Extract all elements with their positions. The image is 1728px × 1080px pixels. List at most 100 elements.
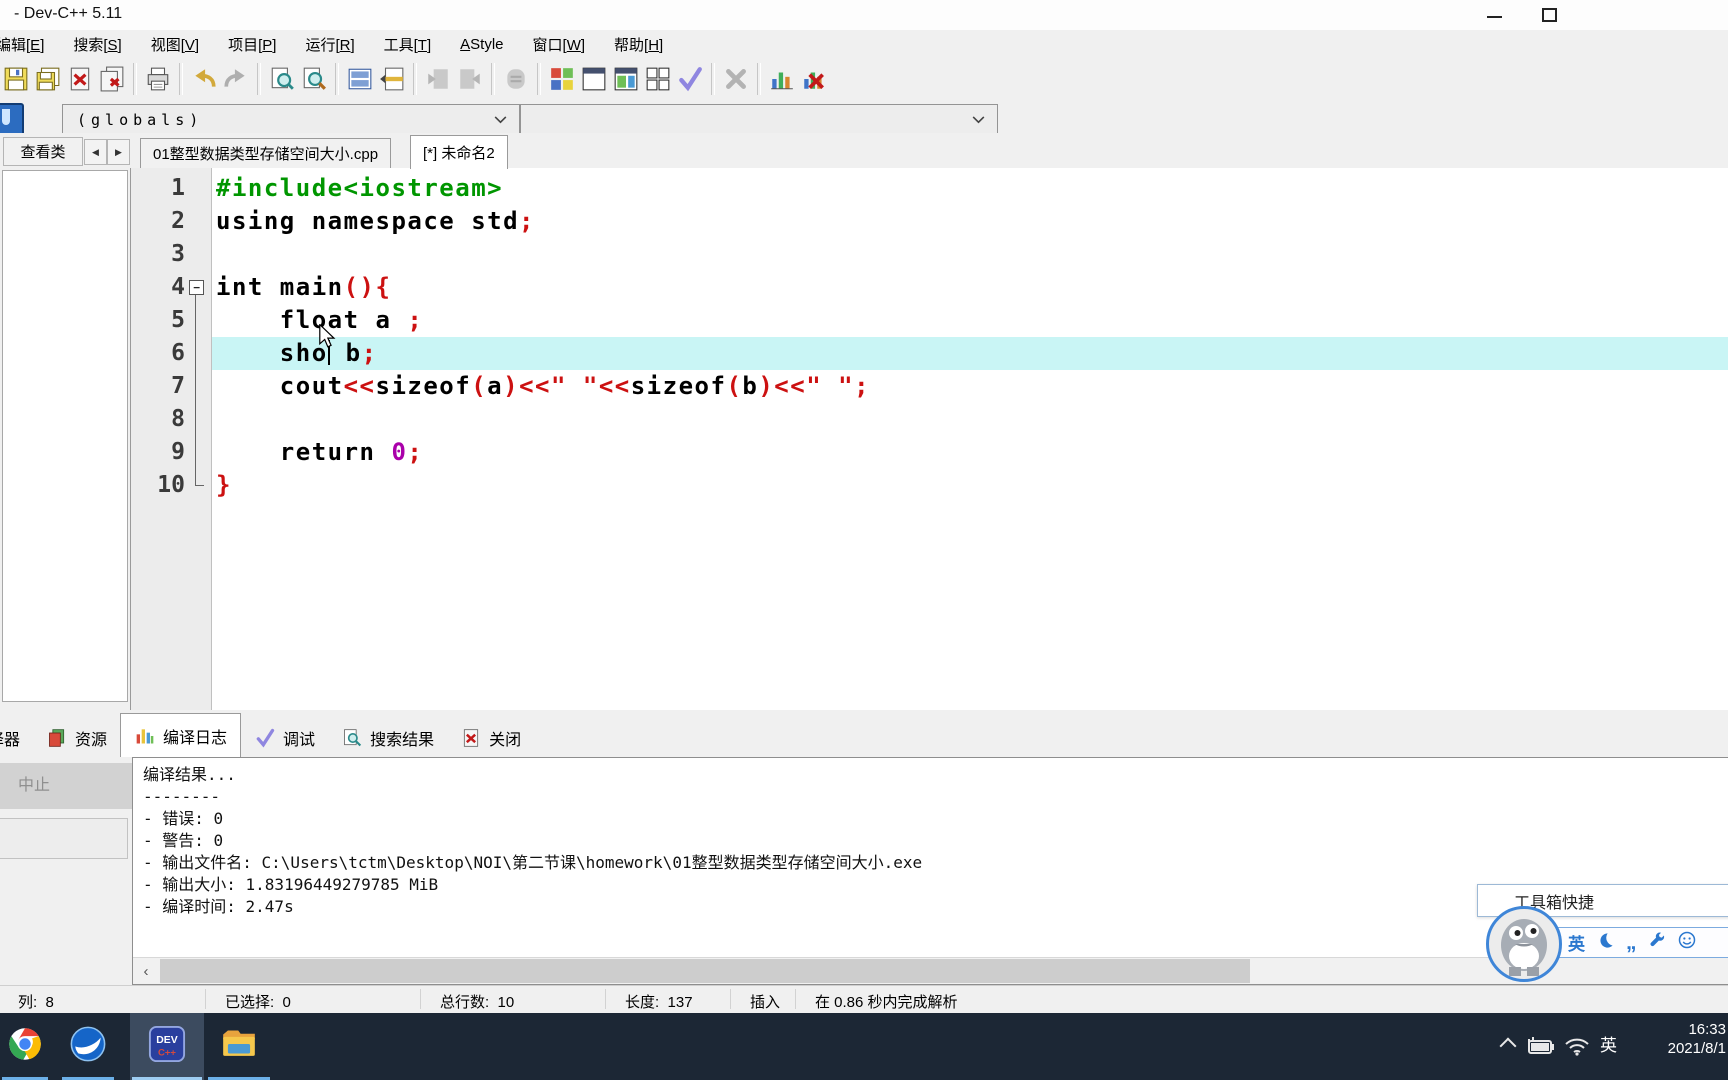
toolbar-separator <box>711 63 715 95</box>
code-line-6[interactable]: sho b; <box>212 337 1728 370</box>
goto-function-icon[interactable] <box>344 63 376 95</box>
tab-compile-log[interactable]: 编译日志 <box>120 713 242 757</box>
taskbar-chrome[interactable] <box>0 1013 50 1080</box>
view-panel-icon[interactable] <box>376 63 408 95</box>
punctuation-icon[interactable]: „ <box>1626 932 1637 953</box>
menu-item-S[interactable]: 搜索[S] <box>63 31 131 58</box>
tab-debug-label: 调试 <box>283 732 316 749</box>
editor-code-area[interactable]: #include<iostream> using namespace std; in… <box>212 168 1728 710</box>
wifi-icon[interactable] <box>1564 1036 1590 1061</box>
code-line-4[interactable]: int main(){ <box>212 271 1728 304</box>
find-icon[interactable] <box>266 63 298 95</box>
horizontal-scrollbar[interactable]: ‹ <box>133 957 1728 984</box>
taskbar-file-explorer[interactable] <box>206 1013 272 1080</box>
title-bar: - Dev-C++ 5.11 <box>0 0 1728 30</box>
tab-debug[interactable]: 调试 <box>241 719 328 757</box>
status-separator <box>420 989 421 1009</box>
menu-item-H[interactable]: 帮助[H] <box>604 31 673 58</box>
fold-gutter <box>185 370 209 403</box>
line-number: 5 <box>171 307 185 333</box>
find-in-files-icon[interactable] <box>298 63 330 95</box>
new-project-icon[interactable] <box>546 63 578 95</box>
fold-gutter <box>185 172 209 205</box>
toolbar-separator <box>335 63 339 95</box>
chevron-down-icon <box>494 111 507 129</box>
fold-gutter <box>185 436 209 469</box>
save-icon[interactable] <box>0 63 32 95</box>
battery-icon[interactable] <box>1526 1036 1556 1061</box>
tab-resources[interactable]: 资源 <box>33 719 120 757</box>
save-all-icon[interactable] <box>32 63 64 95</box>
code-line-2[interactable]: using namespace std; <box>212 205 1728 238</box>
menu-item-V[interactable]: 视图[V] <box>141 31 209 58</box>
code-editor[interactable]: 1 2 3 4 5 6 7 8 9 10 #include<iostream>using name… <box>130 168 1728 710</box>
maximize-icon[interactable] <box>1542 8 1557 22</box>
night-mode-icon[interactable] <box>1597 932 1614 954</box>
code-line-1[interactable]: #include<iostream> <box>212 172 1728 205</box>
qq-penguin-avatar[interactable] <box>1486 906 1562 982</box>
file-explorer-icon <box>220 1025 258 1068</box>
code-line-7[interactable]: cout<<sizeof(a)<<" "<<sizeof(b)<<" "; <box>212 370 1728 403</box>
ime-english-icon[interactable]: 英 <box>1568 930 1585 955</box>
menu-item-A[interactable]: AStyle <box>450 33 513 56</box>
profile-analysis-icon[interactable] <box>766 63 798 95</box>
editor-tab-untitled[interactable]: [*] 未命名2 <box>410 135 508 169</box>
status-bar: 列: 8 已选择: 0 总行数: 10 长度: 137 插入 在 0.86 秒内… <box>0 985 1728 1014</box>
previous-icon[interactable] <box>422 63 454 95</box>
tile-windows-icon[interactable] <box>642 63 674 95</box>
tab-search-results[interactable]: 搜索结果 <box>328 719 447 757</box>
bookmark-icon[interactable] <box>0 103 24 136</box>
project-layout-icon[interactable] <box>610 63 642 95</box>
menu-item-E[interactable]: 编辑[E] <box>0 31 54 58</box>
menu-item-W[interactable]: 窗口[W] <box>523 31 596 58</box>
tab-scroll-right-icon[interactable]: ▶ <box>107 139 130 165</box>
menu-item-T[interactable]: 工具[T] <box>374 31 442 58</box>
editor-tab-cpp-file[interactable]: 01整型数据类型存储空间大小.cpp <box>140 138 392 168</box>
fold-gutter <box>185 337 209 370</box>
class-browser-header[interactable]: 查看类 <box>3 137 83 166</box>
new-window-icon[interactable] <box>578 63 610 95</box>
emoji-icon[interactable] <box>1678 931 1696 954</box>
mouse-cursor <box>319 324 336 348</box>
abort-compile-icon[interactable] <box>720 63 752 95</box>
menu-item-R[interactable]: 运行[R] <box>295 31 364 58</box>
fold-collapse-icon[interactable] <box>185 271 209 304</box>
stop-disabled-icon[interactable] <box>500 63 532 95</box>
window-title: - Dev-C++ 5.11 <box>14 5 123 22</box>
delete-profiling-icon[interactable] <box>798 63 830 95</box>
undo-icon[interactable] <box>188 63 220 95</box>
devcpp-window: - Dev-C++ 5.11 编辑[E] 搜索[S] 视图[V] 项目[P] 运行[R]… <box>0 0 1728 1080</box>
syntax-check-icon[interactable] <box>674 63 706 95</box>
scrollbar-thumb[interactable] <box>160 959 1250 983</box>
abort-button[interactable]: 中止 <box>0 763 148 809</box>
next-icon[interactable] <box>454 63 486 95</box>
tab-close[interactable]: 关闭 <box>447 719 534 757</box>
taskbar-browser-blue[interactable] <box>60 1013 116 1080</box>
member-select[interactable] <box>520 104 998 135</box>
print-icon[interactable] <box>142 63 174 95</box>
code-line-10[interactable]: } <box>212 469 1728 502</box>
minimize-icon[interactable] <box>1487 16 1502 18</box>
taskbar-devcpp-active[interactable]: DEV C++ <box>130 1013 204 1080</box>
tray-clock[interactable]: 16:33 2021/8/1 <box>1636 1020 1726 1058</box>
scroll-left-icon[interactable]: ‹ <box>133 958 159 984</box>
menu-item-P[interactable]: 项目[P] <box>218 31 286 58</box>
tab-compiler[interactable]: 编译器 <box>0 719 33 757</box>
code-line-8[interactable] <box>212 403 1728 436</box>
code-line-3[interactable] <box>212 238 1728 271</box>
globals-select[interactable]: (globals) <box>62 104 520 135</box>
code-line-5[interactable]: float a ; <box>212 304 1728 337</box>
redo-icon[interactable] <box>220 63 252 95</box>
wrench-settings-icon[interactable] <box>1649 931 1666 954</box>
close-tab-icon <box>460 727 482 749</box>
tab-scroll-left-icon[interactable]: ◀ <box>84 139 107 165</box>
tray-ime-indicator[interactable]: 英 <box>1600 1031 1617 1056</box>
qq-ime-toolbar: 英 „ <box>1553 927 1728 958</box>
close-all-icon[interactable] <box>96 63 128 95</box>
close-file-icon[interactable] <box>64 63 96 95</box>
code-line-9[interactable]: return 0; <box>212 436 1728 469</box>
main-toolbar: TDM-GCC 4.9.2 64-bit Release <box>0 58 1728 156</box>
toolbar-separator <box>413 63 417 95</box>
empty-button[interactable] <box>0 818 128 859</box>
class-browser-panel[interactable] <box>2 170 128 702</box>
